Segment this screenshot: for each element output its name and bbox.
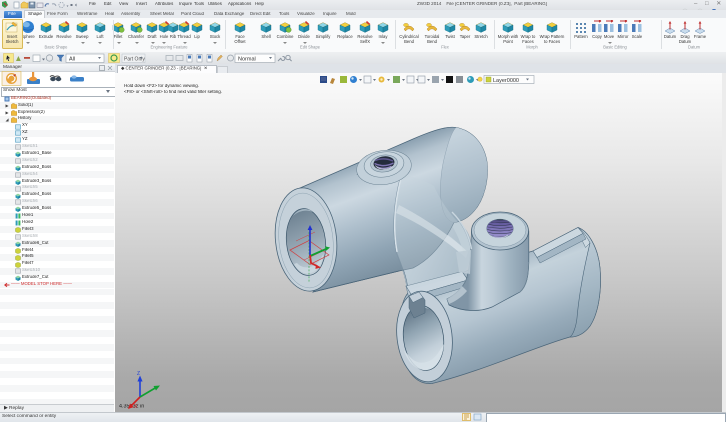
svg-text:Normal: Normal: [238, 56, 256, 62]
svg-text:Z: Z: [137, 371, 140, 377]
svg-text:X: X: [134, 404, 138, 410]
svg-text:All: All: [69, 56, 75, 62]
